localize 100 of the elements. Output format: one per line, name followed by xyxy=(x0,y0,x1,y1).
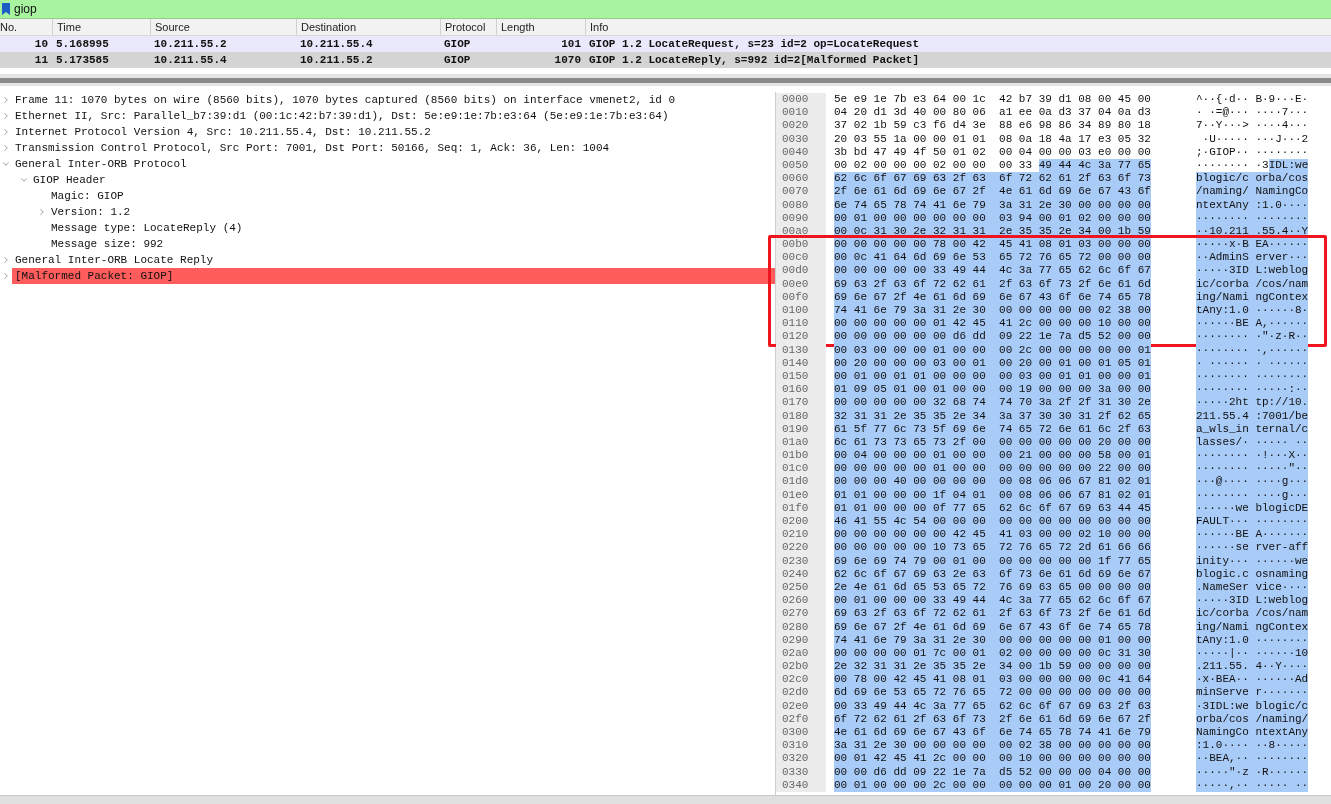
packet-row[interactable]: 10 5.168995 10.211.55.2 10.211.55.4 GIOP 101 GIOP 1.2 LocateRequest, s=23 id=2 op=LocateRequest xyxy=(0,36,1331,52)
byte-offset: 0170 xyxy=(776,396,826,410)
expand-icon[interactable] xyxy=(1,255,11,265)
hex-bytes: 00 04 00 00 00 01 00 00 00 21 00 00 00 58 00 01 xyxy=(834,449,1151,463)
hex-bytes: 00 00 00 40 00 00 00 00 00 08 06 06 67 81 02 01 xyxy=(834,475,1151,489)
tree-item[interactable]: Internet Protocol Version 4, Src: 10.211.55.4, Dst: 10.211.55.2 xyxy=(12,124,431,140)
expand-icon[interactable] xyxy=(1,111,11,121)
byte-offset: 0260 xyxy=(776,594,826,608)
filter-field[interactable]: giop xyxy=(0,0,1331,18)
collapse-icon[interactable] xyxy=(19,175,29,185)
packet-cell-text: 1070 xyxy=(553,54,582,66)
ascii-text: ^··{·d·· B·9···E· xyxy=(1196,93,1309,107)
tree-item[interactable]: Ethernet II, Src: Parallel_b7:39:d1 (00:1c:42:b7:39:d1), Dst: 5e:e9:1e:7b:e3:64 (5e:e9:1e:7b:e3:64) xyxy=(12,108,669,124)
byte-offset: 0110 xyxy=(776,317,826,331)
expand-icon[interactable] xyxy=(1,143,11,153)
ascii-text: ······BE A,······ xyxy=(1196,317,1309,331)
ascii-text: ········ ·3 xyxy=(1196,158,1269,173)
ascii-text: /naming/ NamingCo xyxy=(1196,185,1309,199)
error-tree-item[interactable]: [Malformed Packet: GIOP] xyxy=(12,268,775,284)
tree-item[interactable]: General Inter-ORB Protocol xyxy=(12,156,187,172)
ascii-text: ······se rver-aff xyxy=(1196,541,1309,555)
column-header[interactable]: Source xyxy=(150,19,296,35)
tree-item[interactable]: Message type: LocateReply (4) xyxy=(48,220,243,236)
byte-offset: 01b0 xyxy=(776,449,826,463)
expand-icon[interactable] xyxy=(37,207,47,217)
ascii-text: · ·=@··· ····7··· xyxy=(1196,106,1309,120)
byte-offset: 0100 xyxy=(776,304,826,318)
ascii-text: 7··Y···> ····4··· xyxy=(1196,119,1309,133)
hex-bytes: 00 01 42 45 41 2c 00 00 00 10 00 00 00 00 00 00 xyxy=(834,752,1151,766)
tree-item[interactable]: General Inter-ORB Locate Reply xyxy=(12,252,214,268)
expand-icon[interactable] xyxy=(1,127,11,137)
collapse-icon[interactable] xyxy=(1,159,11,169)
column-header[interactable]: Protocol xyxy=(440,19,496,35)
column-header[interactable]: Time xyxy=(52,19,150,35)
packet-cell-text: 10.211.55.4 xyxy=(299,38,374,50)
ascii-text: tAny:1.0 ······8· xyxy=(1196,304,1309,318)
hex-bytes: 3a 31 2e 30 00 00 00 00 00 02 38 00 00 00 00 00 xyxy=(834,739,1151,753)
hex-bytes: 00 00 00 00 00 10 73 65 72 76 65 72 2d 61 66 66 xyxy=(834,541,1151,555)
tree-item[interactable]: Transmission Control Protocol, Src Port: 7001, Dst Port: 50166, Seq: 1, Ack: 36, Len: 1004 xyxy=(12,140,610,156)
ascii-text: ic/corba /cos/nam xyxy=(1196,607,1309,621)
hex-bytes: 00 00 00 00 00 32 68 74 74 70 3a 2f 2f 31 30 2e xyxy=(834,396,1151,410)
packet-cell-text: 11 xyxy=(33,54,49,66)
hex-bytes: 4e 61 6d 69 6e 67 43 6f 6e 74 65 78 74 41 6e 79 xyxy=(834,726,1151,740)
byte-offset: 00b0 xyxy=(776,238,826,252)
hex-bytes: 00 00 00 00 00 33 49 44 4c 3a 77 65 62 6c 6f 67 xyxy=(834,264,1151,278)
byte-offset: 0310 xyxy=(776,739,826,753)
packet-cell-text: 10.211.55.4 xyxy=(153,54,228,66)
byte-offset: 0210 xyxy=(776,528,826,542)
column-header[interactable]: Info xyxy=(585,19,1331,35)
hex-bytes: 00 00 00 00 00 01 00 00 00 00 00 00 00 22 00 00 xyxy=(834,462,1151,476)
packet-cell-text: GIOP xyxy=(443,54,472,66)
hex-bytes: 00 00 00 00 00 00 d6 dd 09 22 1e 7a d5 52 00 00 xyxy=(834,330,1151,344)
ascii-text: ·U····· ···J···2 xyxy=(1201,132,1309,146)
hex-bytes: 46 41 55 4c 54 00 00 00 00 00 00 00 00 00 00 00 xyxy=(834,515,1151,529)
hex-bytes: 04 20 d1 3d 40 00 80 06 a1 ee 0a d3 37 04 0a d3 xyxy=(834,106,1151,120)
packet-row[interactable]: 11 5.173585 10.211.55.4 10.211.55.2 GIOP 1070 GIOP 1.2 LocateReply, s=992 id=2[Malformed Packet] xyxy=(0,52,1331,68)
byte-offset: 0000 xyxy=(776,93,826,107)
hex-bytes: 69 63 2f 63 6f 72 62 61 2f 63 6f 73 2f 6e 61 6d xyxy=(834,607,1151,621)
ascii-text: ··BEA,·· ········ xyxy=(1196,752,1309,766)
hex-bytes: 74 41 6e 79 3a 31 2e 30 00 00 00 00 00 02 38 00 xyxy=(834,304,1151,318)
expand-icon[interactable] xyxy=(1,271,11,281)
hex-bytes: 00 0c 41 64 6d 69 6e 53 65 72 76 65 72 00 00 00 xyxy=(834,251,1151,265)
column-header[interactable]: No. xyxy=(0,19,52,35)
byte-offset: 02d0 xyxy=(776,686,826,700)
ascii-text: ········ ·!···X·· xyxy=(1196,449,1309,463)
column-header[interactable]: Destination xyxy=(296,19,440,35)
ascii-text: ···@···· ····g··· xyxy=(1196,475,1309,489)
byte-offset: 00c0 xyxy=(776,251,826,265)
byte-offset: 0200 xyxy=(776,515,826,529)
packet-cell-text: 101 xyxy=(560,38,582,50)
ascii-text: ·····3ID L:weblog xyxy=(1196,264,1309,278)
byte-offset: 0270 xyxy=(776,607,826,621)
hex-bytes: 6d 69 6e 53 65 72 76 65 72 00 00 00 00 00 00 00 xyxy=(834,686,1151,700)
tree-item[interactable]: Magic: GIOP xyxy=(48,188,124,204)
packet-cell-text: 10 xyxy=(33,38,49,50)
ascii-text: ········ ·"·z·R·· xyxy=(1196,330,1309,344)
tree-item[interactable]: Frame 11: 1070 bytes on wire (8560 bits), 1070 bytes captured (8560 bits) on interface vmenet2, id 0 xyxy=(12,92,676,108)
column-header[interactable]: Length xyxy=(496,19,585,35)
hex-bytes: 00 00 00 00 00 00 42 45 41 03 00 00 02 10 00 00 xyxy=(834,528,1151,542)
byte-offset: 0070 xyxy=(776,185,826,199)
hex-bytes: 00 01 00 00 00 33 49 44 4c 3a 77 65 62 6c 6f 67 xyxy=(834,594,1151,608)
ascii-text: ;·GIOP·· ········ xyxy=(1196,145,1309,159)
bookmark-icon[interactable] xyxy=(2,3,10,15)
hex-bytes: 00 00 00 00 00 78 00 42 45 41 08 01 03 00 00 00 xyxy=(834,238,1151,252)
hex-bytes: 00 00 00 00 00 01 42 45 41 2c 00 00 00 10 00 00 xyxy=(834,317,1151,331)
tree-item[interactable]: Version: 1.2 xyxy=(48,204,131,220)
hex-bytes: 20 03 55 1a 00 00 01 01 08 0a 18 4a 17 e3 05 32 xyxy=(834,132,1151,146)
byte-offset: 0320 xyxy=(776,752,826,766)
packet-cell-text: GIOP 1.2 LocateReply, s=992 id=2[Malformed Packet] xyxy=(588,54,921,66)
packet-cell-text: 10.211.55.2 xyxy=(299,54,374,66)
byte-offset: 0120 xyxy=(776,330,826,344)
tree-item[interactable]: GIOP Header xyxy=(30,172,106,188)
hex-bytes: 00 02 00 00 00 02 00 00 00 33 xyxy=(834,158,1033,173)
byte-offset: 00d0 xyxy=(776,264,826,278)
packet-cell-text: 5.173585 xyxy=(55,54,110,66)
expand-icon[interactable] xyxy=(1,95,11,105)
byte-offset: 0160 xyxy=(776,383,826,397)
hex-bytes: 5e e9 1e 7b e3 64 00 1c 42 b7 39 d1 08 00 45 00 xyxy=(834,93,1151,107)
ascii-text: ··AdminS erver··· xyxy=(1196,251,1309,265)
tree-item[interactable]: Message size: 992 xyxy=(48,236,164,252)
